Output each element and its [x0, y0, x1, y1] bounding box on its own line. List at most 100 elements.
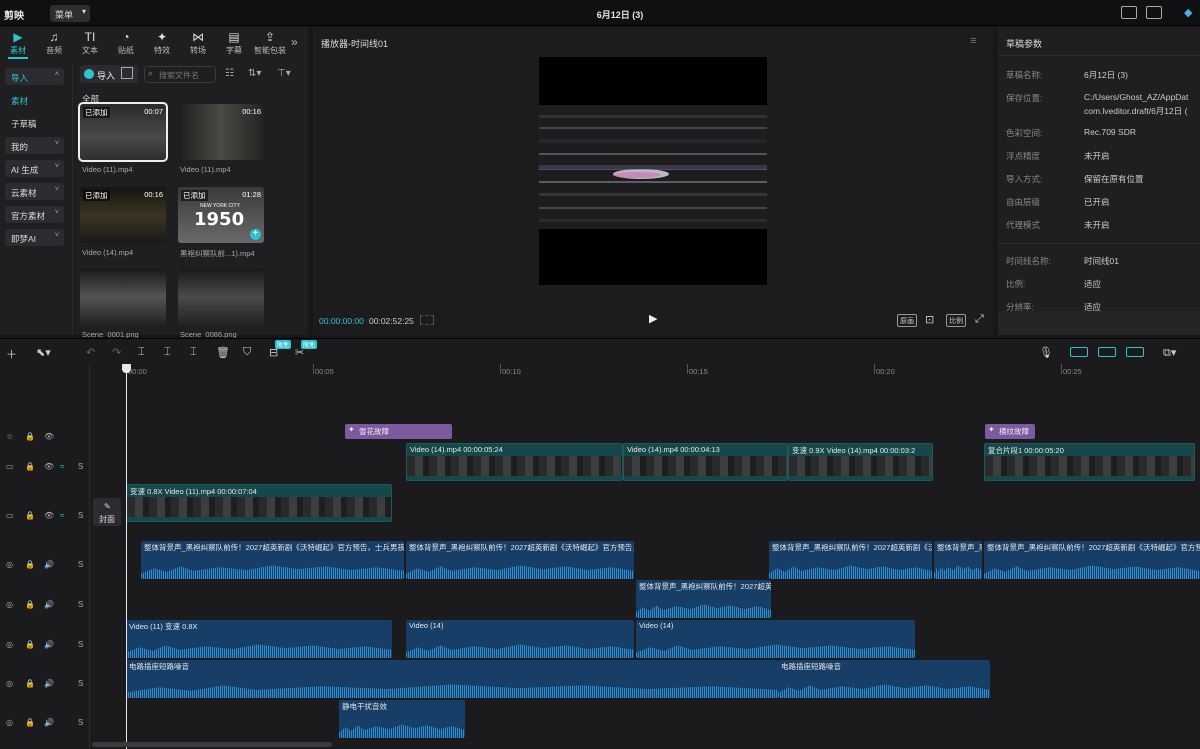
filter-icon[interactable]: ⊤▾ [277, 68, 291, 79]
audio-clip[interactable]: 电路插座短路噪音 [126, 660, 778, 698]
media-thumbnail[interactable] [178, 269, 264, 325]
shield-icon[interactable]: ⛉ [243, 346, 251, 359]
preview-axis-icon[interactable] [1126, 347, 1144, 357]
solo-icon[interactable]: S [78, 560, 83, 569]
time-ruler[interactable]: 00:00 00:05 00:10 00:15 00:20 00:25 [126, 364, 1200, 380]
lock-icon[interactable]: 🔒 [25, 679, 35, 688]
media-thumbnail[interactable]: 已添加 00:07 [78, 102, 168, 162]
player-menu-icon[interactable]: ≡ [970, 35, 976, 47]
diamond-icon[interactable]: ◆ [1184, 6, 1192, 19]
effect-track-icon[interactable]: ☆ [6, 432, 13, 441]
link-icon[interactable] [1098, 347, 1116, 357]
menu-button[interactable]: 菜单 ▾ [50, 5, 90, 22]
audio-clip[interactable]: Video (14) [636, 620, 915, 658]
category-2[interactable]: 子草稿 [5, 114, 64, 131]
solo-icon[interactable]: S [78, 511, 83, 520]
media-thumbnail[interactable]: 已添加 01:28 NEW YORK CITY 1950 + [178, 187, 264, 243]
category-1[interactable]: 素材 [5, 91, 64, 108]
audio-track-icon[interactable]: ◎ [6, 679, 13, 688]
video-preview[interactable] [539, 57, 767, 285]
effect-clip[interactable]: ✦ 横纹故障 [985, 424, 1035, 439]
media-thumbnail[interactable]: 已添加 00:16 [80, 187, 166, 243]
tool-effects[interactable]: ✦ 特效 [144, 30, 180, 56]
volume-icon[interactable]: 🔊 [44, 640, 54, 649]
eye-icon[interactable]: 👁 [44, 511, 54, 520]
tool-transition[interactable]: ⋈ 转场 [180, 30, 216, 56]
focus-icon[interactable]: ⊡ [925, 313, 934, 326]
layout-icon[interactable] [1146, 6, 1162, 19]
audio-clip[interactable]: 电路插座短路噪音 [778, 660, 990, 698]
grid-view-icon[interactable] [121, 67, 133, 79]
tool-subtitle[interactable]: ▤ 字幕 [216, 30, 252, 56]
ratio-button[interactable]: 比例 [946, 314, 966, 327]
category-7[interactable]: 即梦AI ˅ [5, 229, 64, 246]
video-clip[interactable]: Video (14).mp4 00:00:04:13 [623, 443, 788, 481]
lock-icon[interactable]: 🔒 [25, 432, 35, 441]
undo-icon[interactable]: ↶ [86, 346, 95, 359]
audio-clip[interactable]: Video (14) [406, 620, 634, 658]
lock-icon[interactable]: 🔒 [25, 718, 35, 727]
audio-clip[interactable]: 整体背景声_黑袍纠察队前传！2027超英新剧《沃特崛起》官方预告，士兵男孩， [141, 541, 404, 579]
magnet-icon[interactable] [1070, 347, 1088, 357]
add-track-icon[interactable]: ＋ [6, 346, 17, 362]
volume-icon[interactable]: 🔊 [44, 560, 54, 569]
original-quality-button[interactable]: 原画 [897, 314, 917, 327]
lock-icon[interactable]: 🔒 [25, 511, 35, 520]
sort-icon[interactable]: ⇅▾ [248, 68, 261, 79]
delete-icon[interactable]: 🗑 [216, 346, 230, 359]
tool-audio[interactable]: ♫ 音频 [36, 30, 72, 56]
volume-icon[interactable]: 🔊 [44, 718, 54, 727]
solo-icon[interactable]: S [78, 600, 83, 609]
audio-clip[interactable]: 整体背景声_黑袍纠察队前传！2027超英新 [636, 580, 771, 618]
tool-media[interactable]: ▶ 素材 [0, 30, 36, 56]
audio-clip[interactable]: 整体背景声_黑袍纠察队前传！2027超英新剧《沃特 [769, 541, 932, 579]
effect-clip[interactable]: ✦ 雪花故障 [345, 424, 452, 439]
audio-track-icon[interactable]: ◎ [6, 560, 13, 569]
video-clip[interactable]: 变速 0.8X Video (11).mp4 00:00:07:04 [126, 484, 392, 522]
fullscreen-icon[interactable]: ⤢ [975, 313, 984, 326]
split-left-icon[interactable]: ⌶ [164, 346, 171, 359]
play-icon[interactable]: ▶ [649, 312, 657, 325]
category-3[interactable]: 我的 ˅ [5, 137, 64, 154]
solo-icon[interactable]: S [78, 679, 83, 688]
video-track-icon[interactable]: ▭ [6, 511, 14, 520]
media-thumbnail[interactable] [80, 269, 166, 325]
lock-icon[interactable]: 🔒 [25, 640, 35, 649]
volume-icon[interactable]: 🔊 [44, 600, 54, 609]
lock-icon[interactable]: 🔒 [25, 462, 35, 471]
audio-clip[interactable]: 整体背景声_黑 [934, 541, 982, 579]
lock-icon[interactable]: 🔒 [25, 600, 35, 609]
video-clip[interactable]: 变速 0.9X Video (14).mp4 00:00:03:2 [788, 443, 933, 481]
audio-wave-icon[interactable]: ≈ [60, 462, 64, 471]
eye-icon[interactable]: 👁 [44, 462, 54, 471]
audio-clip[interactable]: Video (11) 变速 0.8X [126, 620, 392, 658]
audio-track-icon[interactable]: ◎ [6, 600, 13, 609]
audio-track-icon[interactable]: ◎ [6, 640, 13, 649]
video-clip[interactable]: Video (14).mp4 00:00:05:24 [406, 443, 623, 481]
select-tool-icon[interactable]: ⬉▾ [36, 346, 51, 359]
split-right-icon[interactable]: ⌶ [190, 346, 197, 359]
playhead[interactable] [126, 364, 127, 749]
video-clip[interactable]: 复合片段1 00:00:05:20 [984, 443, 1195, 481]
audio-wave-icon[interactable]: ≈ [60, 511, 64, 520]
audio-clip[interactable]: 整体背景声_黑袍纠察队前传！2027超英新剧《沃特崛起》官方预告，士 [406, 541, 634, 579]
eye-icon[interactable]: 👁 [44, 432, 54, 441]
microphone-icon[interactable]: 🎙 [1039, 346, 1053, 359]
video-track-icon[interactable]: ▭ [6, 462, 14, 471]
search-input[interactable]: 搜索文件名 [144, 66, 216, 83]
view-options-icon[interactable]: ☷ [225, 68, 234, 79]
playhead-handle[interactable] [122, 364, 131, 373]
category-5[interactable]: 云素材 ˅ [5, 183, 64, 200]
more-tools-icon[interactable]: » [291, 35, 298, 49]
category-0[interactable]: 导入 ˄ [5, 68, 64, 85]
audio-clip[interactable]: 整体背景声_黑袍纠察队前传！2027超英新剧《沃特崛起》官方预 [984, 541, 1200, 579]
tool-package[interactable]: ⇪ 智能包装 [252, 30, 288, 56]
audio-track-icon[interactable]: ◎ [6, 718, 13, 727]
media-thumbnail[interactable]: 00:16 [178, 104, 264, 160]
horizontal-scrollbar[interactable] [92, 742, 332, 747]
solo-icon[interactable]: S [78, 462, 83, 471]
tool-sticker[interactable]: ◔ 贴纸 [108, 30, 144, 56]
keyboard-icon[interactable] [1121, 6, 1137, 19]
solo-icon[interactable]: S [78, 640, 83, 649]
volume-icon[interactable]: 🔊 [44, 679, 54, 688]
